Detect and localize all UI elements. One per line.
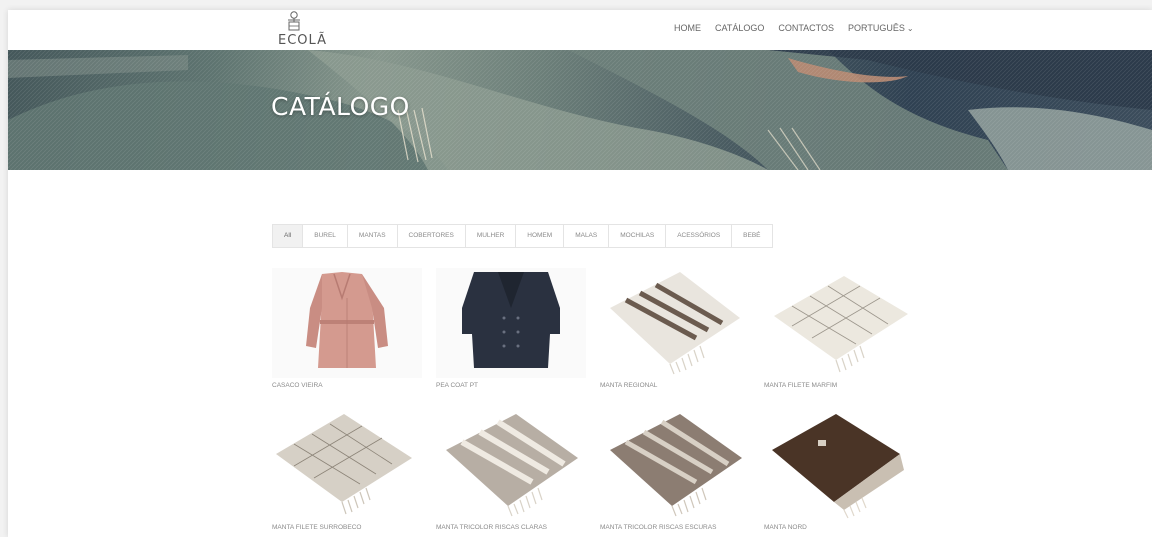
product-card[interactable]: MANTA FILETE MARFIM <box>764 268 914 403</box>
filter-cobertores[interactable]: COBERTORES <box>398 225 466 247</box>
site-header: ECOLÃ HOME CATÁLOGO CONTACTOS PORTUGUÊS ⌄ <box>8 10 1152 50</box>
checked-blanket-image <box>764 268 914 378</box>
striped-blanket-image <box>600 410 750 520</box>
pink-coat-image <box>272 268 422 378</box>
filter-mochilas[interactable]: MOCHILAS <box>609 225 667 247</box>
product-name: MANTA TRICOLOR RISCAS CLARAS <box>436 524 548 531</box>
filter-burel[interactable]: BUREL <box>303 225 348 247</box>
product-name: MANTA FILETE SURROBECO <box>272 524 362 531</box>
woven-fabric-photo <box>8 50 1152 170</box>
filter-acessorios[interactable]: ACESSÓRIOS <box>666 225 733 247</box>
product-card[interactable]: CASACO VIEIRA <box>272 268 422 403</box>
weaver-logo-icon <box>288 11 300 31</box>
product-name: MANTA NORD <box>764 524 807 531</box>
category-filters: All BUREL MANTAS COBERTORES MULHER HOMEM… <box>272 224 773 248</box>
product-card[interactable]: MANTA FILETE SURROBECO <box>272 410 422 537</box>
language-selector[interactable]: PORTUGUÊS ⌄ <box>848 23 914 33</box>
product-name: MANTA FILETE MARFIM <box>764 382 838 389</box>
checked-blanket-image <box>272 410 422 520</box>
page-title: CATÁLOGO <box>271 92 410 121</box>
main-nav: HOME CATÁLOGO CONTACTOS PORTUGUÊS ⌄ <box>674 23 914 33</box>
logo-text: ECOLÃ <box>278 33 327 48</box>
filter-malas[interactable]: MALAS <box>564 225 610 247</box>
filter-mulher[interactable]: MULHER <box>466 225 517 247</box>
striped-blanket-image <box>600 268 750 378</box>
page: ECOLÃ HOME CATÁLOGO CONTACTOS PORTUGUÊS ⌄ <box>8 10 1152 537</box>
nav-catalogo[interactable]: CATÁLOGO <box>715 23 764 33</box>
logo[interactable]: ECOLÃ <box>274 11 334 49</box>
product-card[interactable]: PEA COAT PT <box>436 268 586 403</box>
product-name: CASACO VIEIRA <box>272 382 323 389</box>
filter-homem[interactable]: HOMEM <box>516 225 565 247</box>
product-name: PEA COAT PT <box>436 382 479 389</box>
language-label: PORTUGUÊS <box>848 23 905 33</box>
product-card[interactable]: MANTA REGIONAL <box>600 268 750 403</box>
product-card[interactable]: MANTA TRICOLOR RISCAS CLARAS <box>436 410 586 537</box>
product-name: MANTA TRICOLOR RISCAS ESCURAS <box>600 524 717 531</box>
striped-blanket-image <box>436 410 586 520</box>
filter-bebe[interactable]: BEBÉ <box>732 225 771 247</box>
nav-home[interactable]: HOME <box>674 23 701 33</box>
nav-contactos[interactable]: CONTACTOS <box>778 23 834 33</box>
product-card[interactable]: MANTA NORD <box>764 410 914 537</box>
chevron-down-icon: ⌄ <box>906 24 914 33</box>
hero-banner: CATÁLOGO <box>8 50 1152 170</box>
product-card[interactable]: MANTA TRICOLOR RISCAS ESCURAS <box>600 410 750 537</box>
filter-mantas[interactable]: MANTAS <box>348 225 398 247</box>
product-name: MANTA REGIONAL <box>600 382 658 389</box>
filter-all[interactable]: All <box>273 225 304 247</box>
brown-blanket-image <box>764 410 914 520</box>
navy-coat-image <box>436 268 586 378</box>
